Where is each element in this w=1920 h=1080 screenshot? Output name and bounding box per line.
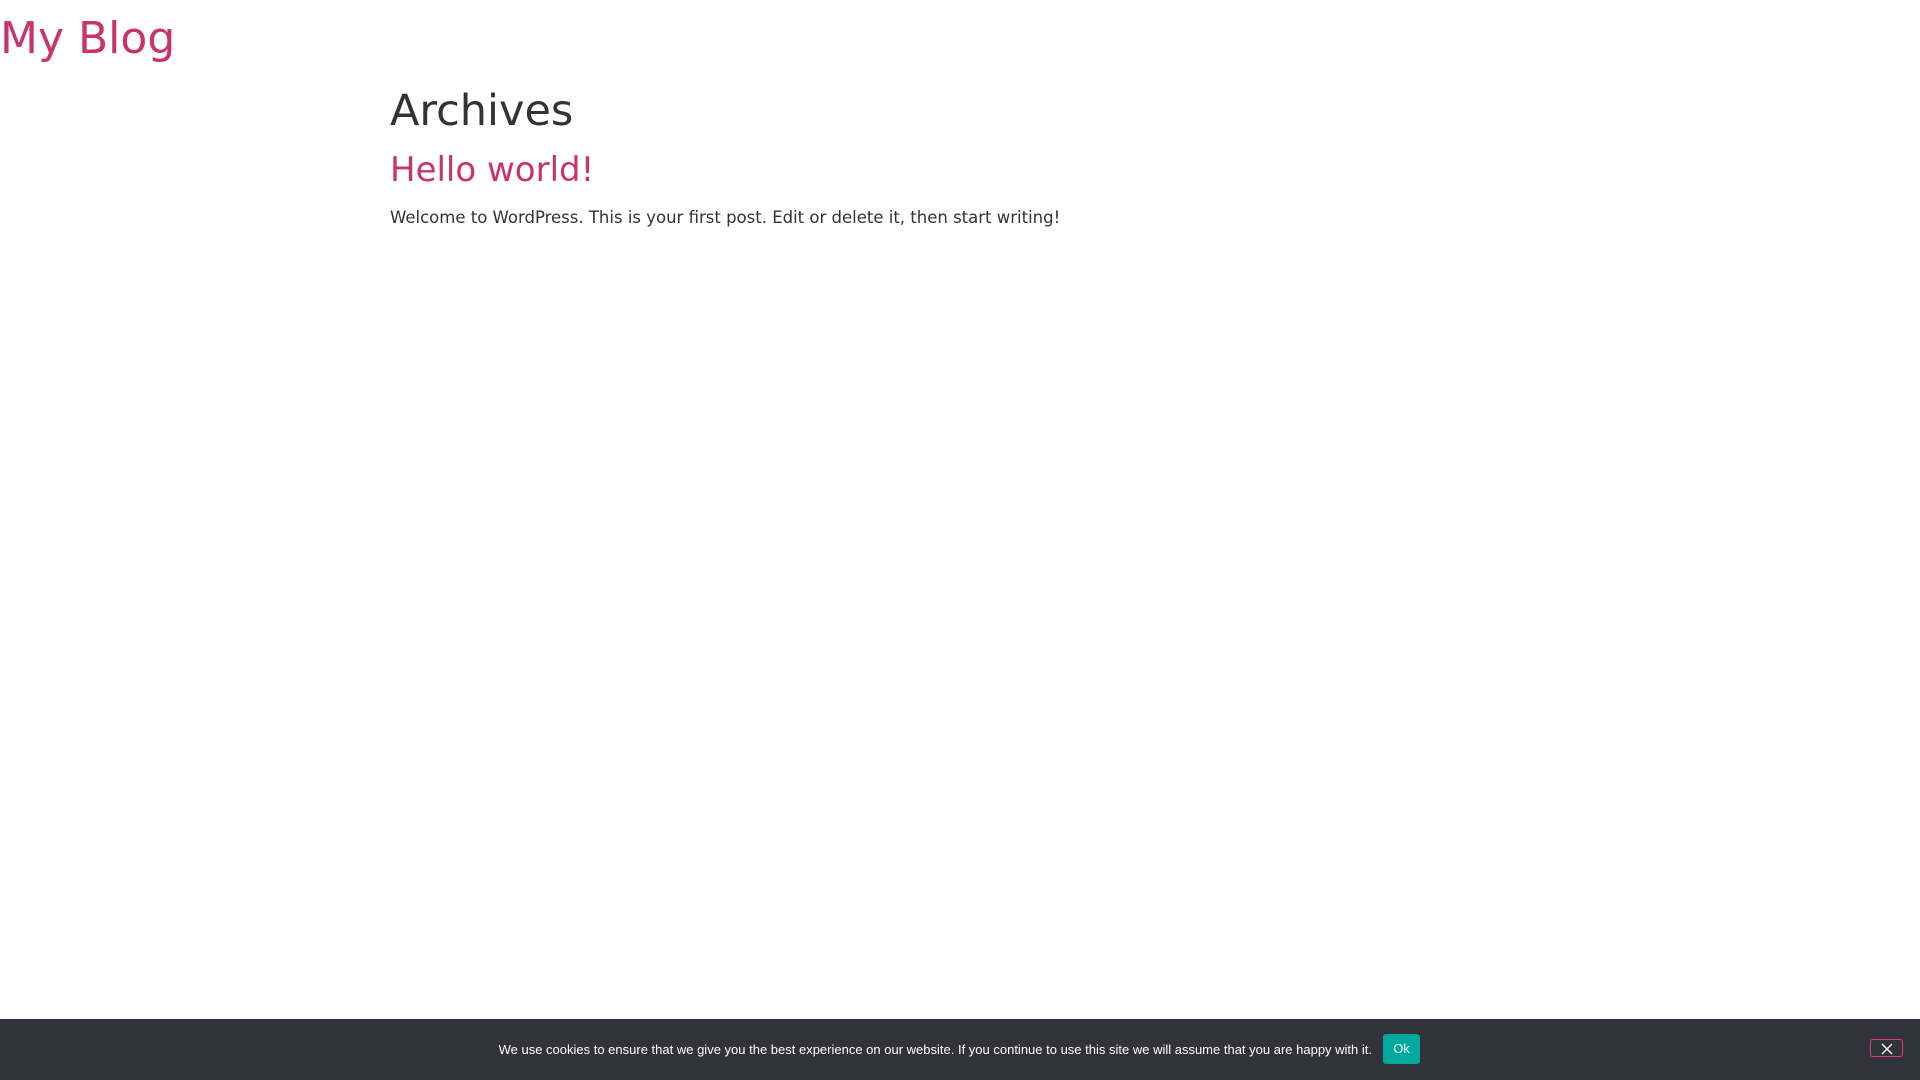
main-content: Archives Hello world! Welcome to WordPre… bbox=[390, 84, 1530, 230]
site-title-link[interactable]: My Blog bbox=[0, 14, 175, 64]
post-item: Hello world! Welcome to WordPress. This … bbox=[390, 138, 1530, 230]
cookie-close-button[interactable] bbox=[1870, 1039, 1903, 1057]
post-excerpt: Welcome to WordPress. This is your first… bbox=[390, 208, 1061, 227]
cookie-notice-bar: We use cookies to ensure that we give yo… bbox=[0, 1019, 1920, 1080]
close-icon bbox=[1881, 1043, 1893, 1055]
page-title: Archives bbox=[390, 86, 574, 136]
cookie-notice-text: We use cookies to ensure that we give yo… bbox=[498, 1042, 1372, 1057]
cookie-accept-button[interactable]: Ok bbox=[1383, 1034, 1420, 1064]
post-title-link[interactable]: Hello world! bbox=[390, 148, 594, 192]
